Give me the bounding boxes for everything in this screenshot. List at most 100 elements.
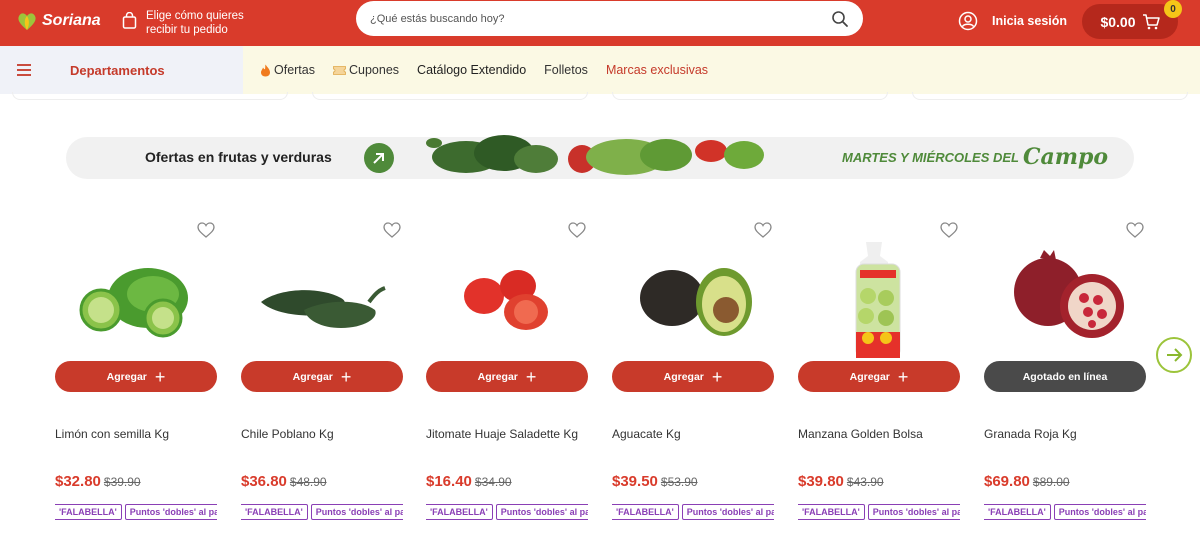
product-price: $32.80 $39.90 xyxy=(55,473,141,490)
heart-icon[interactable] xyxy=(754,222,772,238)
current-price: $39.50 xyxy=(612,473,658,490)
product-name[interactable]: Jitomate Huaje Saladette Kg xyxy=(426,427,578,441)
product-image[interactable] xyxy=(249,240,395,358)
cart-total: $0.00 xyxy=(1100,13,1136,30)
add-to-cart-button[interactable]: Agregar + xyxy=(612,361,774,392)
promo-tag: 'FALABELLA' xyxy=(55,504,122,520)
login-link[interactable]: Inicia sesión xyxy=(958,11,1067,31)
promo-tagline: MARTES Y MIÉRCOLES DEL Campo xyxy=(842,144,1108,170)
product-name[interactable]: Manzana Golden Bolsa xyxy=(798,427,923,441)
product-card[interactable]: Agregar + Jitomate Huaje Saladette Kg $16… xyxy=(426,220,588,530)
old-price: $34.90 xyxy=(474,475,512,489)
nav-link-cupones[interactable]: Cupones xyxy=(333,63,399,77)
current-price: $32.80 xyxy=(55,473,101,490)
button-label: Agregar xyxy=(849,370,890,383)
heart-icon[interactable] xyxy=(1126,222,1144,238)
product-card[interactable]: Agregar + Aguacate Kg $39.50 $53.90 'FALAB… xyxy=(612,220,774,530)
departments-label: Departamentos xyxy=(70,62,165,78)
cart-count-badge: 0 xyxy=(1164,0,1182,18)
product-price: $39.50 $53.90 xyxy=(612,473,698,490)
promo-tags: 'FALABELLA' Puntos 'dobles' al pa xyxy=(612,504,774,520)
carousel-card-edge xyxy=(312,92,588,100)
login-label: Inicia sesión xyxy=(992,14,1068,28)
product-image[interactable] xyxy=(620,240,766,358)
product-name[interactable]: Granada Roja Kg xyxy=(984,427,1077,441)
product-name[interactable]: Chile Poblano Kg xyxy=(241,427,334,441)
soriana-logo[interactable]: Soriana xyxy=(16,10,101,32)
add-to-cart-button[interactable]: Agregar + xyxy=(798,361,960,392)
carousel-next-button[interactable] xyxy=(1156,337,1192,373)
add-to-cart-button[interactable]: Agregar + xyxy=(426,361,588,392)
product-price: $69.80 $89.00 xyxy=(984,473,1070,490)
nav-link-label: Ofertas xyxy=(274,63,315,77)
add-to-cart-button[interactable]: Agregar + xyxy=(241,361,403,392)
product-image[interactable] xyxy=(806,240,952,358)
promo-tag: 'FALABELLA' xyxy=(426,504,493,520)
product-image[interactable] xyxy=(434,240,580,358)
current-price: $39.80 xyxy=(798,473,844,490)
promo-tag: 'FALABELLA' xyxy=(612,504,679,520)
product-image[interactable] xyxy=(63,240,209,358)
button-label: Agregar xyxy=(106,370,147,383)
current-price: $36.80 xyxy=(241,473,287,490)
vegetables-illustration xyxy=(426,135,764,175)
current-price: $16.40 xyxy=(426,473,472,490)
product-card[interactable]: Agregar + Limón con semilla Kg $32.80 $39.… xyxy=(55,220,217,530)
product-card[interactable]: Agregar + Manzana Golden Bolsa $39.80 $43.… xyxy=(798,220,960,530)
nav-link-folletos[interactable]: Folletos xyxy=(544,63,588,77)
button-label: Agregar xyxy=(292,370,333,383)
product-image[interactable] xyxy=(992,240,1138,358)
plus-icon: + xyxy=(154,366,166,387)
fire-icon xyxy=(261,64,270,76)
promo-tag: Puntos 'dobles' al pa xyxy=(310,504,403,520)
heart-icon[interactable] xyxy=(383,222,401,238)
product-card[interactable]: Agotado en línea Granada Roja Kg $69.80 $… xyxy=(984,220,1146,530)
nav-link-marcas-exclusivas[interactable]: Marcas exclusivas xyxy=(606,63,708,77)
pickup-label: Elige cómo quieres recibir tu pedido xyxy=(146,10,244,36)
departments-menu[interactable]: Departamentos xyxy=(0,46,243,94)
carousel-card-edge xyxy=(612,92,888,100)
add-to-cart-button[interactable]: Agregar + xyxy=(55,361,217,392)
button-label: Agotado en línea xyxy=(1022,370,1108,383)
promo-tags: 'FALABELLA' Puntos 'dobles' al pa xyxy=(426,504,588,520)
carousel-card-edge xyxy=(12,92,288,100)
arrow-right-icon xyxy=(1167,348,1183,362)
nav-link-ofertas[interactable]: Ofertas xyxy=(260,63,315,77)
old-price: $89.00 xyxy=(1032,475,1070,489)
promo-tag: 'FALABELLA' xyxy=(241,504,308,520)
banner-title: Ofertas en frutas y verduras xyxy=(145,149,332,165)
user-icon xyxy=(958,11,978,31)
product-card[interactable]: Agregar + Chile Poblano Kg $36.80 $48.90 '… xyxy=(241,220,403,530)
search-input[interactable] xyxy=(370,12,831,25)
promo-tag: Puntos 'dobles' al pa xyxy=(867,504,960,520)
search-bar xyxy=(356,1,863,36)
nav-bar: Departamentos Ofertas Cupones Catálogo E… xyxy=(0,46,1200,94)
old-price: $43.90 xyxy=(846,475,884,489)
plus-icon: + xyxy=(897,366,909,387)
plus-icon: + xyxy=(340,366,352,387)
plus-icon: + xyxy=(711,366,723,387)
promo-tag: Puntos 'dobles' al pa xyxy=(495,504,588,520)
promo-banner[interactable]: Ofertas en frutas y verduras MARTES Y MI… xyxy=(66,135,1134,179)
product-name[interactable]: Aguacate Kg xyxy=(612,427,681,441)
promo-tags: 'FALABELLA' Puntos 'dobles' al pa xyxy=(984,504,1146,520)
nav-link-label: Catálogo Extendido xyxy=(417,63,527,77)
nav-link-label: Cupones xyxy=(349,63,400,77)
heart-icon[interactable] xyxy=(568,222,586,238)
search-icon[interactable] xyxy=(831,10,849,28)
promo-tag: Puntos 'dobles' al pa xyxy=(1053,504,1146,520)
promo-tag: Puntos 'dobles' al pa xyxy=(124,504,217,520)
promo-tags: 'FALABELLA' Puntos 'dobles' al pa xyxy=(55,504,217,520)
cart-icon xyxy=(1142,13,1160,29)
nav-link-catalogo-extendido[interactable]: Catálogo Extendido xyxy=(417,63,526,77)
nav-link-label: Folletos xyxy=(544,63,588,77)
pickup-selector[interactable]: Elige cómo quieres recibir tu pedido xyxy=(122,9,256,37)
heart-icon[interactable] xyxy=(940,222,958,238)
arrow-up-right-icon[interactable] xyxy=(364,143,394,173)
cart-button[interactable]: $0.00 0 xyxy=(1082,0,1182,39)
product-name[interactable]: Limón con semilla Kg xyxy=(55,427,169,441)
promo-tag: 'FALABELLA' xyxy=(984,504,1051,520)
old-price: $39.90 xyxy=(103,475,141,489)
heart-icon[interactable] xyxy=(197,222,215,238)
promo-script: Campo xyxy=(1022,144,1109,170)
